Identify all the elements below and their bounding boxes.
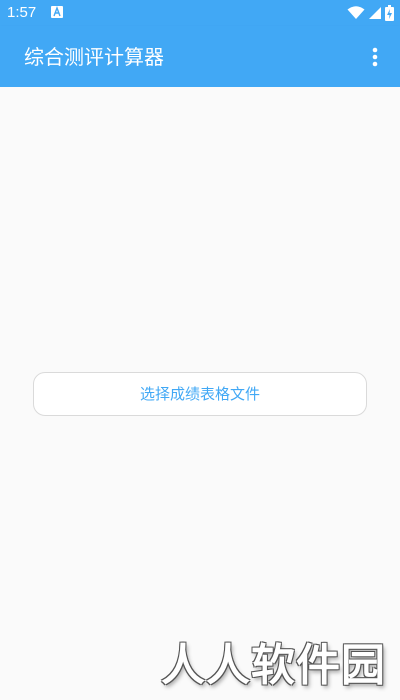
- battery-charging-icon: [385, 5, 394, 21]
- overflow-menu-button[interactable]: [360, 42, 390, 72]
- wifi-icon: [347, 6, 365, 19]
- status-icons: [347, 4, 394, 22]
- status-bar: 1:57: [0, 0, 400, 26]
- app-bar: 综合测评计算器: [0, 26, 400, 87]
- more-vert-icon: [372, 47, 378, 67]
- a-letter-icon: [51, 6, 63, 18]
- status-time: 1:57: [7, 4, 37, 21]
- main-content: 选择成绩表格文件: [0, 87, 400, 700]
- watermark-logo: 人人软件园: [161, 640, 386, 691]
- app-title: 综合测评计算器: [24, 45, 164, 69]
- cell-signal-icon: [369, 7, 381, 19]
- select-grade-file-button[interactable]: 选择成绩表格文件: [33, 372, 367, 416]
